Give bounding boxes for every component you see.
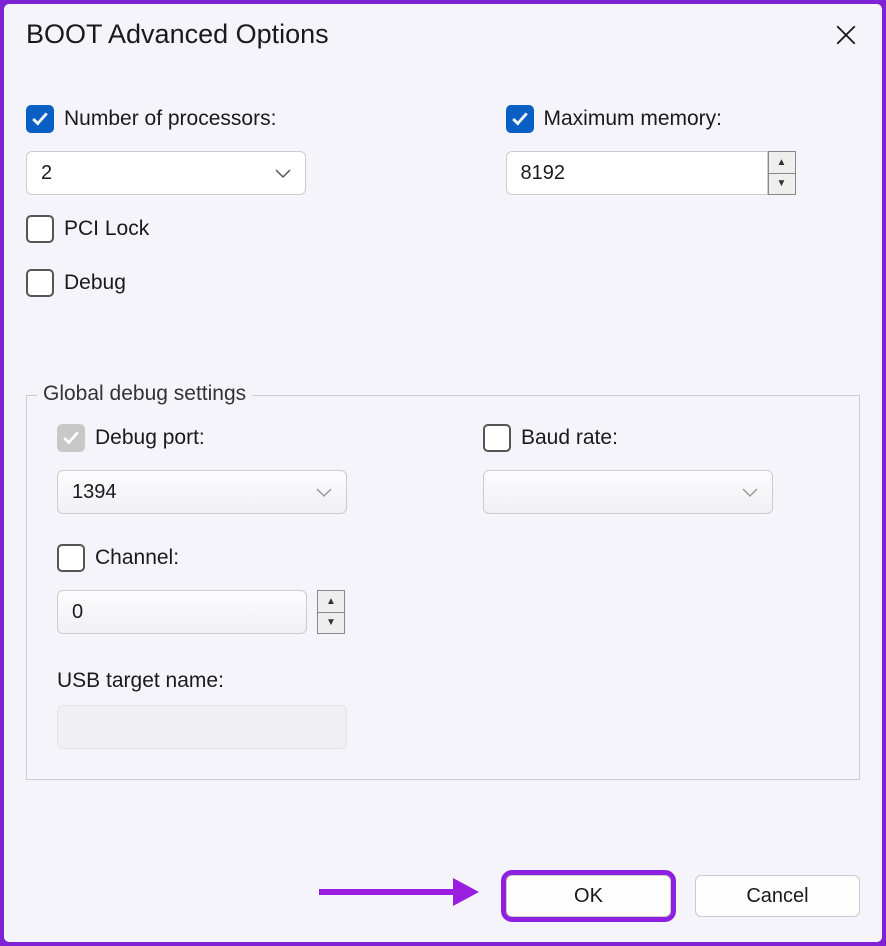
usb-target-section: USB target name: [57,669,829,749]
global-debug-legend: Global debug settings [37,382,252,406]
boot-advanced-options-dialog: BOOT Advanced Options Number of processo… [4,4,882,942]
spinner-up-button[interactable]: ▲ [318,591,344,613]
arrow-line [319,889,453,895]
processors-checkbox-row: Number of processors: [26,105,381,133]
channel-section: Channel: 0 ▲ ▼ [57,544,829,634]
channel-input[interactable]: 0 [57,590,307,634]
extra-checkboxes: PCI Lock Debug [26,215,381,315]
arrow-head-icon [453,878,479,906]
usb-target-input[interactable] [57,705,347,749]
ok-button[interactable]: OK [506,875,671,917]
top-options-row: Number of processors: 2 PCI Lock Debug [26,105,860,315]
memory-input[interactable]: 8192 [506,151,768,195]
annotation-arrow [319,882,479,902]
debug-port-label: Debug port: [95,426,205,450]
channel-spinner: 0 ▲ ▼ [57,590,347,634]
chevron-down-icon [316,481,332,504]
baud-rate-checkbox[interactable] [483,424,511,452]
cancel-button[interactable]: Cancel [695,875,860,917]
spinner-up-button[interactable]: ▲ [769,152,795,174]
check-icon [511,110,529,128]
close-button[interactable] [832,21,860,49]
debug-checkbox[interactable] [26,269,54,297]
channel-checkbox[interactable] [57,544,85,572]
baud-rate-label: Baud rate: [521,426,618,450]
title-bar: BOOT Advanced Options [26,19,860,50]
dialog-title: BOOT Advanced Options [26,19,329,50]
processors-col: Number of processors: 2 PCI Lock Debug [26,105,381,315]
pci-lock-checkbox[interactable] [26,215,54,243]
pci-lock-row: PCI Lock [26,215,381,243]
spinner-down-button[interactable]: ▼ [318,613,344,634]
processors-dropdown[interactable]: 2 [26,151,306,195]
baud-rate-dropdown[interactable] [483,470,773,514]
global-debug-fieldset: Global debug settings Debug port: 1394 B… [26,395,860,780]
debug-port-col: Debug port: 1394 [57,424,403,514]
channel-row: Channel: [57,544,829,572]
debug-port-row: Debug port: [57,424,403,452]
chevron-down-icon [742,481,758,504]
debug-port-value: 1394 [72,481,117,504]
processors-value: 2 [41,162,52,185]
spinner-down-button[interactable]: ▼ [769,174,795,195]
usb-target-label: USB target name: [57,669,224,692]
memory-spinner-buttons: ▲ ▼ [768,151,796,195]
check-icon [62,429,80,447]
chevron-down-icon [275,162,291,185]
debug-row: Debug [26,269,381,297]
memory-col: Maximum memory: 8192 ▲ ▼ [506,105,861,315]
pci-lock-label: PCI Lock [64,217,149,241]
baud-rate-row: Baud rate: [483,424,829,452]
debug-port-checkbox[interactable] [57,424,85,452]
memory-checkbox-row: Maximum memory: [506,105,861,133]
memory-spinner: 8192 ▲ ▼ [506,151,796,195]
processors-checkbox[interactable] [26,105,54,133]
channel-spinner-buttons: ▲ ▼ [317,590,345,634]
check-icon [31,110,49,128]
close-icon [836,25,856,45]
dialog-buttons: OK Cancel [506,875,860,917]
baud-rate-col: Baud rate: [483,424,829,514]
debug-label: Debug [64,271,126,295]
debug-port-dropdown[interactable]: 1394 [57,470,347,514]
memory-checkbox[interactable] [506,105,534,133]
channel-label: Channel: [95,546,179,570]
memory-label: Maximum memory: [544,107,723,131]
processors-label: Number of processors: [64,107,276,131]
